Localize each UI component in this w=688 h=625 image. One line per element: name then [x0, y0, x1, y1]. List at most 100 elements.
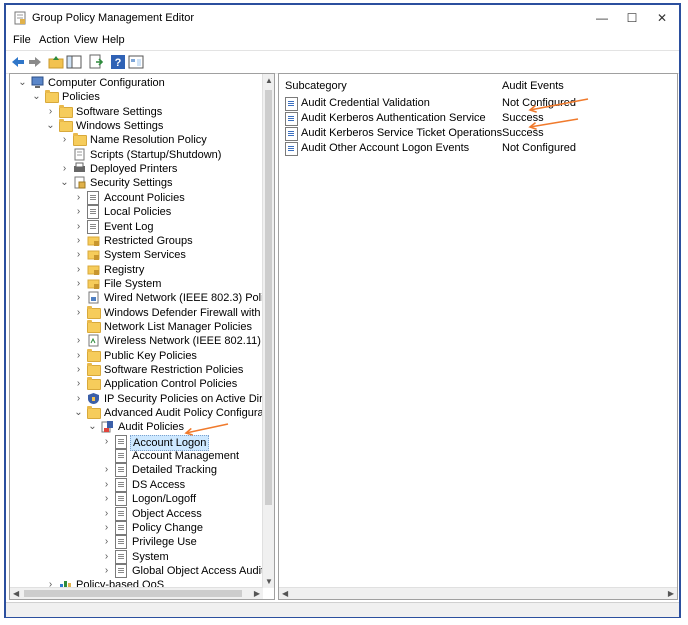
tree-item-label: DS Access — [132, 478, 186, 491]
tree-item-label: File System — [104, 277, 162, 290]
chevron-right-icon[interactable]: › — [74, 363, 83, 377]
chevron-right-icon[interactable]: › — [74, 277, 83, 291]
scroll-right-arrow-icon[interactable]: ▶ — [668, 588, 674, 599]
scroll-left-arrow-icon[interactable]: ◀ — [282, 588, 288, 599]
tree-item-label: Computer Configuration — [48, 77, 165, 89]
tree-vertical-scrollbar[interactable]: ▲ ▼ — [262, 74, 274, 588]
chevron-right-icon[interactable]: › — [102, 564, 111, 578]
chevron-down-icon[interactable]: ⌄ — [60, 176, 69, 190]
tree-item-label: Windows Settings — [76, 120, 164, 133]
chevron-right-icon[interactable]: › — [60, 133, 69, 147]
tree-item-label: Scripts (Startup/Shutdown) — [90, 148, 222, 161]
tree-item-label: System — [132, 550, 169, 563]
chevron-right-icon[interactable]: › — [74, 263, 83, 277]
tree-item-label: Wired Network (IEEE 802.3) Policies — [104, 292, 275, 305]
help-icon[interactable]: ? — [110, 54, 126, 70]
chevron-right-icon[interactable]: › — [102, 435, 111, 449]
properties-pane-icon[interactable] — [128, 54, 144, 70]
audit-setting-icon — [285, 142, 298, 156]
tree-vertical-scroll-thumb[interactable] — [265, 90, 272, 505]
chevron-right-icon[interactable]: › — [102, 492, 111, 506]
folder-icon — [87, 377, 101, 391]
maximize-button[interactable]: ☐ — [622, 9, 642, 27]
scroll-right-arrow-icon[interactable]: ▶ — [254, 588, 260, 599]
status-bar — [6, 602, 679, 617]
chevron-right-icon[interactable]: › — [74, 248, 83, 262]
policy-icon — [115, 549, 128, 564]
tree-item-label: Account Policies — [104, 191, 185, 204]
console-tree-pane: ⌄ Computer Configuration ⌄ Policies › Softwar… — [9, 73, 275, 600]
chevron-down-icon[interactable]: ⌄ — [18, 76, 27, 90]
chevron-down-icon[interactable]: ⌄ — [46, 119, 55, 133]
policy-icon — [87, 190, 100, 205]
tree-item-label: Advanced Audit Policy Configuration — [104, 407, 275, 420]
chevron-right-icon[interactable]: › — [102, 550, 111, 564]
minimize-button[interactable]: — — [592, 9, 612, 27]
tree-item-label: Logon/Logoff — [132, 493, 197, 506]
back-arrow-icon[interactable] — [10, 54, 26, 70]
chevron-right-icon[interactable]: › — [74, 191, 83, 205]
list-item[interactable]: Audit Kerberos Authentication Service Su… — [285, 111, 665, 126]
policy-icon — [115, 434, 128, 449]
export-list-icon[interactable] — [88, 54, 104, 70]
scroll-up-arrow-icon[interactable]: ▲ — [265, 75, 273, 86]
list-item[interactable]: Audit Other Account Logon Events Not Con… — [285, 141, 665, 156]
list-item[interactable]: Audit Kerberos Service Ticket Operations… — [285, 126, 665, 141]
menu-file[interactable]: File — [13, 34, 31, 46]
tree-item-label: Global Object Access Auditing — [132, 564, 275, 577]
subcategory-name: Audit Kerberos Authentication Service — [301, 112, 486, 124]
scroll-down-arrow-icon[interactable]: ▼ — [265, 576, 273, 587]
close-button[interactable]: ✕ — [652, 9, 672, 27]
chevron-right-icon[interactable]: › — [46, 105, 55, 119]
chevron-right-icon[interactable]: › — [74, 349, 83, 363]
chevron-right-icon[interactable]: › — [102, 478, 111, 492]
column-header-audit-events[interactable]: Audit Events — [502, 80, 564, 92]
tree-horizontal-scrollbar[interactable]: ◀ ▶ — [10, 587, 263, 599]
chevron-right-icon[interactable]: › — [102, 535, 111, 549]
menu-help[interactable]: Help — [102, 34, 125, 46]
chevron-down-icon[interactable]: ⌄ — [32, 90, 41, 104]
scroll-left-arrow-icon[interactable]: ◀ — [13, 588, 19, 599]
tree-item-label: Wireless Network (IEEE 802.11) Policies — [104, 335, 274, 348]
policy-icon — [115, 477, 128, 492]
subcategory-name: Audit Credential Validation — [301, 97, 430, 109]
chevron-right-icon[interactable]: › — [102, 463, 111, 477]
policy-icon — [115, 520, 128, 535]
tree-horizontal-scroll-thumb[interactable] — [24, 590, 242, 597]
policy-icon — [115, 535, 128, 550]
menu-action[interactable]: Action — [39, 34, 70, 46]
policy-icon — [115, 449, 128, 464]
chevron-right-icon[interactable]: › — [60, 162, 69, 176]
chevron-right-icon[interactable]: › — [74, 377, 83, 391]
chevron-right-icon[interactable]: › — [74, 220, 83, 234]
folder-icon — [87, 305, 101, 319]
audit-policies-icon — [101, 420, 114, 433]
tree-item-label: Public Key Policies — [104, 349, 197, 362]
up-folder-icon[interactable] — [48, 54, 64, 70]
tree-item-label: Detailed Tracking — [132, 464, 217, 477]
chevron-down-icon[interactable]: ⌄ — [74, 406, 83, 420]
chevron-down-icon[interactable]: ⌄ — [88, 420, 97, 434]
chevron-right-icon[interactable]: › — [74, 392, 83, 406]
chevron-right-icon[interactable]: › — [102, 521, 111, 535]
column-header-subcategory[interactable]: Subcategory — [285, 80, 347, 92]
chevron-right-icon[interactable]: › — [74, 291, 83, 305]
details-horizontal-scrollbar[interactable]: ◀ ▶ — [279, 587, 677, 599]
wireless-icon — [87, 334, 100, 347]
chevron-right-icon[interactable]: › — [102, 507, 111, 521]
tree-item-label: Deployed Printers — [90, 163, 178, 176]
list-item[interactable]: Audit Credential Validation Not Configur… — [285, 96, 665, 111]
audit-events-value: Not Configured — [502, 97, 576, 109]
menu-view[interactable]: View — [74, 34, 98, 46]
chevron-right-icon[interactable]: › — [74, 306, 83, 320]
security-icon — [73, 176, 86, 189]
network-icon — [87, 291, 100, 304]
forward-arrow-icon[interactable] — [27, 54, 43, 70]
chevron-right-icon[interactable]: › — [74, 234, 83, 248]
folder-icon — [87, 406, 101, 420]
show-hide-tree-icon[interactable] — [66, 54, 82, 70]
window-title: Group Policy Management Editor — [32, 12, 195, 24]
chevron-right-icon[interactable]: › — [74, 334, 83, 348]
chevron-right-icon[interactable]: › — [74, 205, 83, 219]
policy-icon — [87, 205, 100, 220]
